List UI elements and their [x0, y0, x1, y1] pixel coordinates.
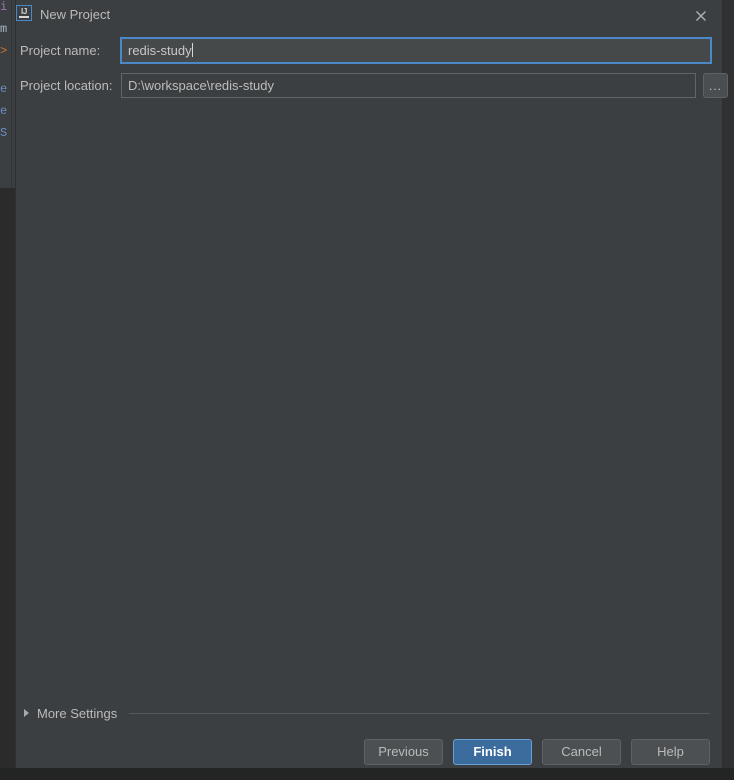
help-button[interactable]: Help: [631, 738, 710, 765]
background-code-fragment-4: e: [0, 104, 8, 118]
intellij-idea-icon: IJ: [16, 5, 32, 21]
dialog-button-bar: Previous Finish Cancel Help: [16, 735, 722, 768]
background-code-fragment-3: e: [0, 82, 8, 96]
more-settings-row: More Settings: [16, 703, 722, 723]
project-location-value: D:\workspace\redis-study: [128, 78, 274, 93]
background-code-fragment-1: m: [0, 22, 8, 36]
project-location-label: Project location:: [20, 78, 113, 93]
dialog-title: New Project: [40, 7, 111, 22]
background-ide-window: i m > e e S: [0, 0, 16, 780]
background-ide-editor: [0, 188, 16, 780]
cancel-button[interactable]: Cancel: [542, 738, 621, 765]
more-settings-toggle[interactable]: More Settings: [16, 706, 117, 721]
section-separator: [129, 712, 710, 714]
background-ide-right-edge: [722, 0, 734, 768]
project-name-value: redis-study: [128, 43, 192, 58]
background-ide-bottom-edge: [0, 768, 734, 780]
background-code-fragment-2: >: [0, 44, 8, 58]
browse-location-button[interactable]: ...: [703, 73, 728, 98]
finish-button[interactable]: Finish: [453, 738, 532, 765]
project-name-input[interactable]: redis-study: [120, 37, 712, 64]
screen-root: i m > e e S IJ New Project Project name:…: [0, 0, 734, 780]
project-name-label: Project name:: [20, 43, 101, 58]
more-settings-label: More Settings: [37, 705, 118, 721]
text-caret: [191, 43, 193, 57]
background-code-fragment-5: S: [0, 126, 8, 140]
project-location-input[interactable]: D:\workspace\redis-study: [121, 73, 696, 98]
previous-button[interactable]: Previous: [364, 738, 443, 765]
chevron-right-icon: [24, 709, 29, 717]
new-project-dialog: IJ New Project Project name: redis-study…: [16, 0, 728, 768]
close-icon[interactable]: [684, 0, 718, 30]
background-code-fragment-0: i: [0, 0, 8, 14]
dialog-titlebar: IJ New Project: [16, 0, 722, 30]
